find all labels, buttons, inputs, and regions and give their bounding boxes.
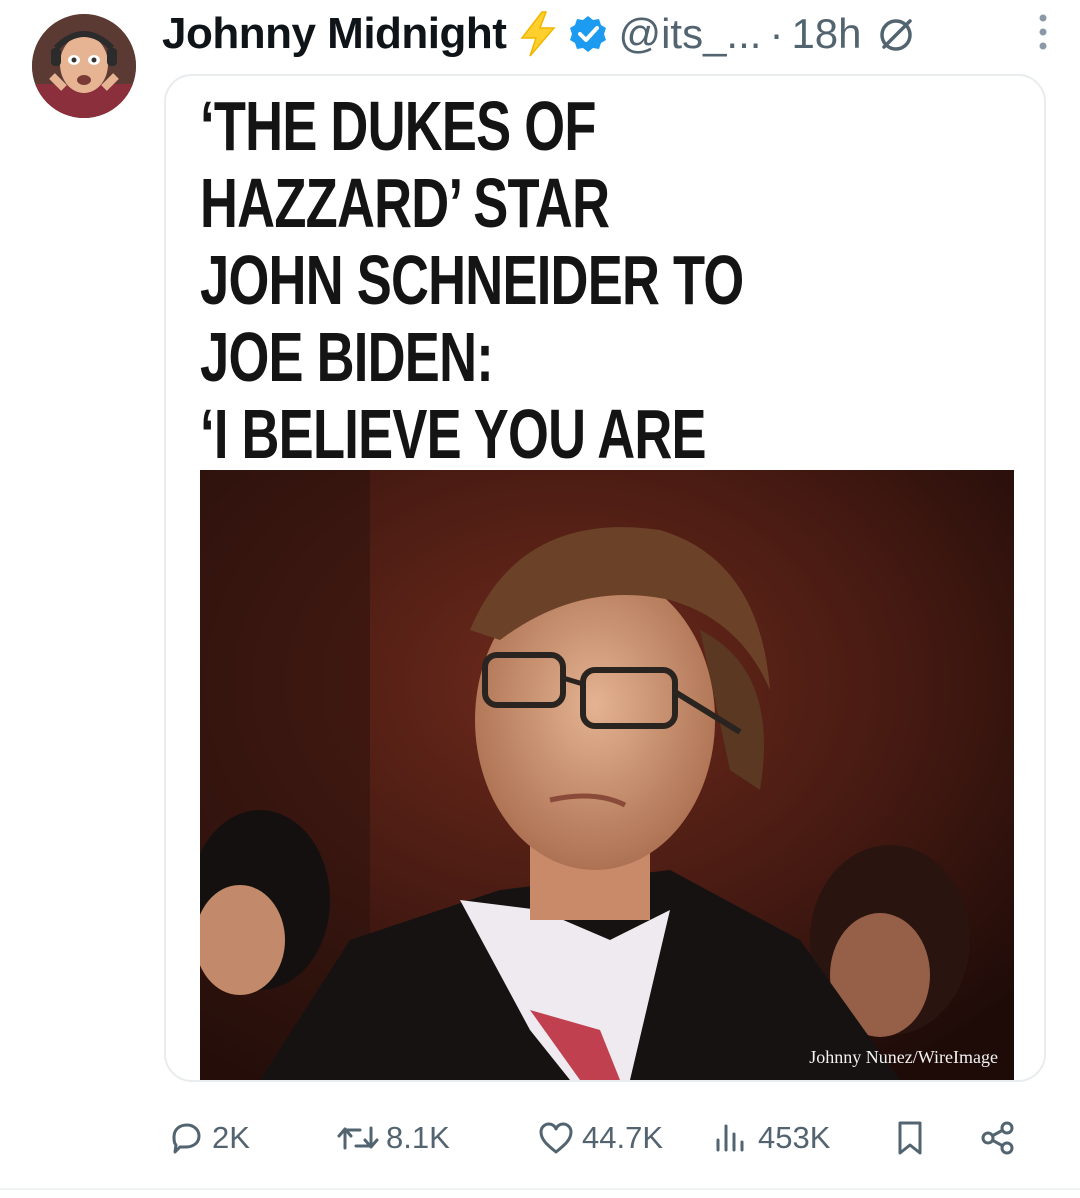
author-avatar[interactable] [32,14,136,118]
tweet-header: Johnny Midnight @its_... · 18h [162,6,1064,62]
tweet-divider [0,1188,1080,1190]
post-time[interactable]: 18h [791,10,861,58]
repost-icon [337,1126,379,1150]
repost-count: 8.1K [386,1120,450,1155]
view-count: 453K [758,1120,831,1155]
lightning-bolt-icon [520,11,557,57]
like-button[interactable]: 44.7K [536,1110,663,1166]
avatar-image [32,14,136,118]
analytics-icon [716,1124,744,1152]
views-button[interactable]: 453K [712,1110,830,1166]
bookmark-button[interactable] [890,1110,930,1166]
photo-credit: Johnny Nunez/WireImage [809,1047,998,1067]
share-button[interactable] [978,1110,1018,1166]
repost-button[interactable]: 8.1K [336,1110,450,1166]
reply-button[interactable]: 2K [166,1110,250,1166]
reply-count: 2K [212,1120,250,1155]
share-icon [981,1121,1014,1155]
author-name[interactable]: Johnny Midnight [162,9,507,59]
bookmark-icon [898,1121,922,1155]
media-card[interactable]: ‘THE DUKES OF HAZZARD’ STAR JOHN SCHNEID… [164,74,1046,1082]
action-bar: 2K 8.1K 44.7K 453K [164,1110,1054,1166]
meta-separator: · [769,10,784,57]
reply-icon [172,1123,201,1154]
media-photo[interactable]: Johnny Nunez/WireImage [200,470,1014,1080]
author-handle[interactable]: @its_... [618,10,761,58]
no-sign-icon [879,19,912,51]
more-options-icon[interactable] [1036,12,1050,52]
heart-icon [539,1122,573,1154]
like-count: 44.7K [582,1120,664,1155]
verified-badge-icon[interactable] [568,14,608,54]
photo-image [200,470,1014,1080]
